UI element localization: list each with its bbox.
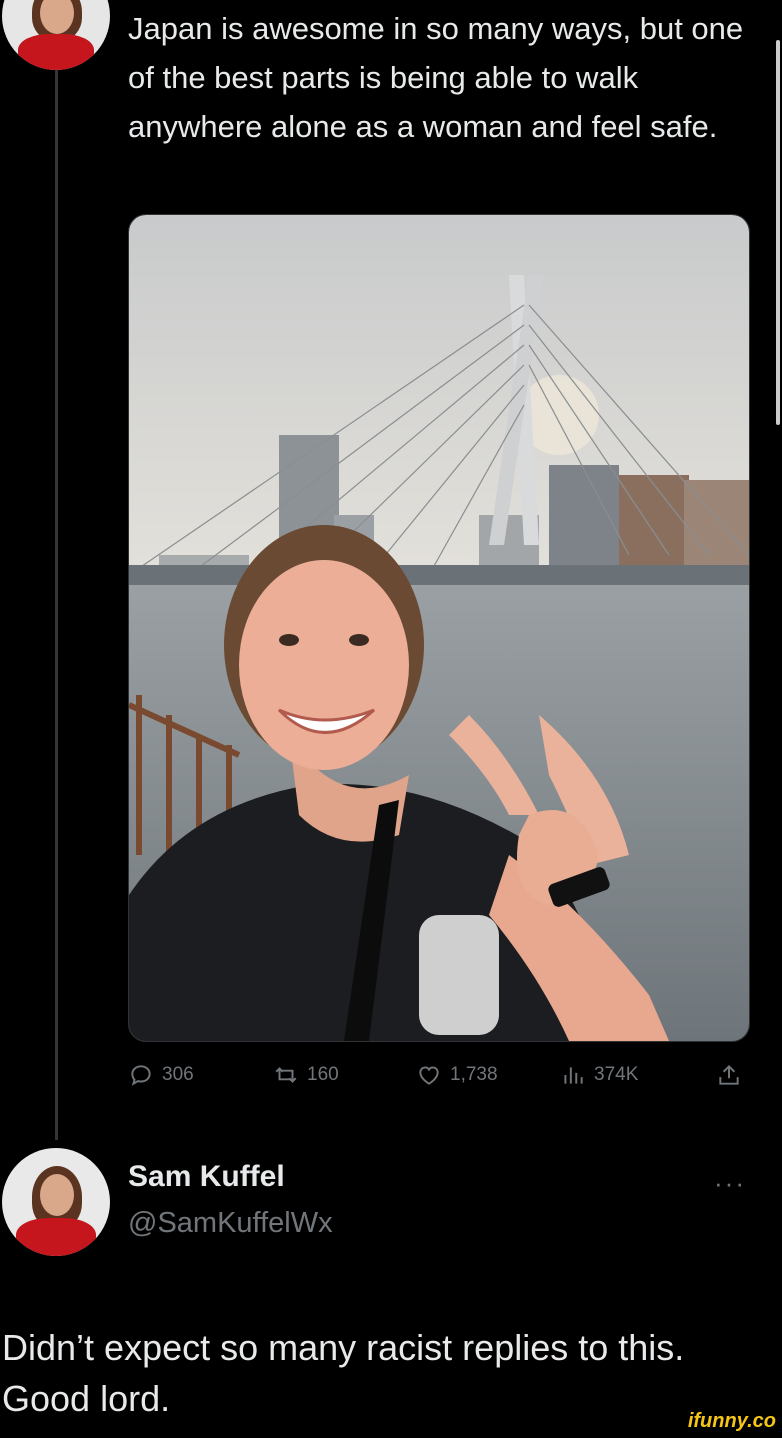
views-icon — [564, 1067, 583, 1084]
views-button[interactable]: 374K — [560, 1062, 638, 1088]
reply-author-avatar[interactable] — [2, 1148, 110, 1256]
reply-icon — [131, 1065, 151, 1086]
reply-button[interactable]: 306 — [128, 1062, 194, 1088]
tweet-action-bar: 306 160 1,738 374K — [128, 1062, 748, 1098]
reply-author-name[interactable]: Sam Kuffel — [128, 1160, 285, 1194]
retweet-button[interactable]: 160 — [273, 1062, 339, 1088]
like-icon — [419, 1066, 439, 1085]
retweet-count: 160 — [307, 1064, 339, 1085]
thread-line — [55, 70, 58, 1140]
tweet-photo[interactable] — [128, 214, 750, 1042]
tweet-text: Japan is awesome in so many ways, but on… — [128, 11, 744, 144]
watermark: ifunny.co — [646, 1408, 776, 1434]
retweet-icon — [275, 1067, 297, 1083]
share-button[interactable] — [716, 1062, 742, 1088]
more-icon[interactable]: ··· — [714, 1168, 746, 1199]
reply-author-handle[interactable]: @SamKuffelWx — [128, 1207, 333, 1240]
reply-count: 306 — [162, 1064, 194, 1085]
selfie-photo — [129, 215, 749, 1041]
scrollbar[interactable] — [776, 40, 780, 425]
like-button[interactable]: 1,738 — [416, 1062, 498, 1088]
like-count: 1,738 — [450, 1064, 498, 1085]
views-count: 374K — [594, 1064, 639, 1085]
author-avatar[interactable] — [2, 0, 110, 70]
share-icon — [719, 1064, 739, 1085]
